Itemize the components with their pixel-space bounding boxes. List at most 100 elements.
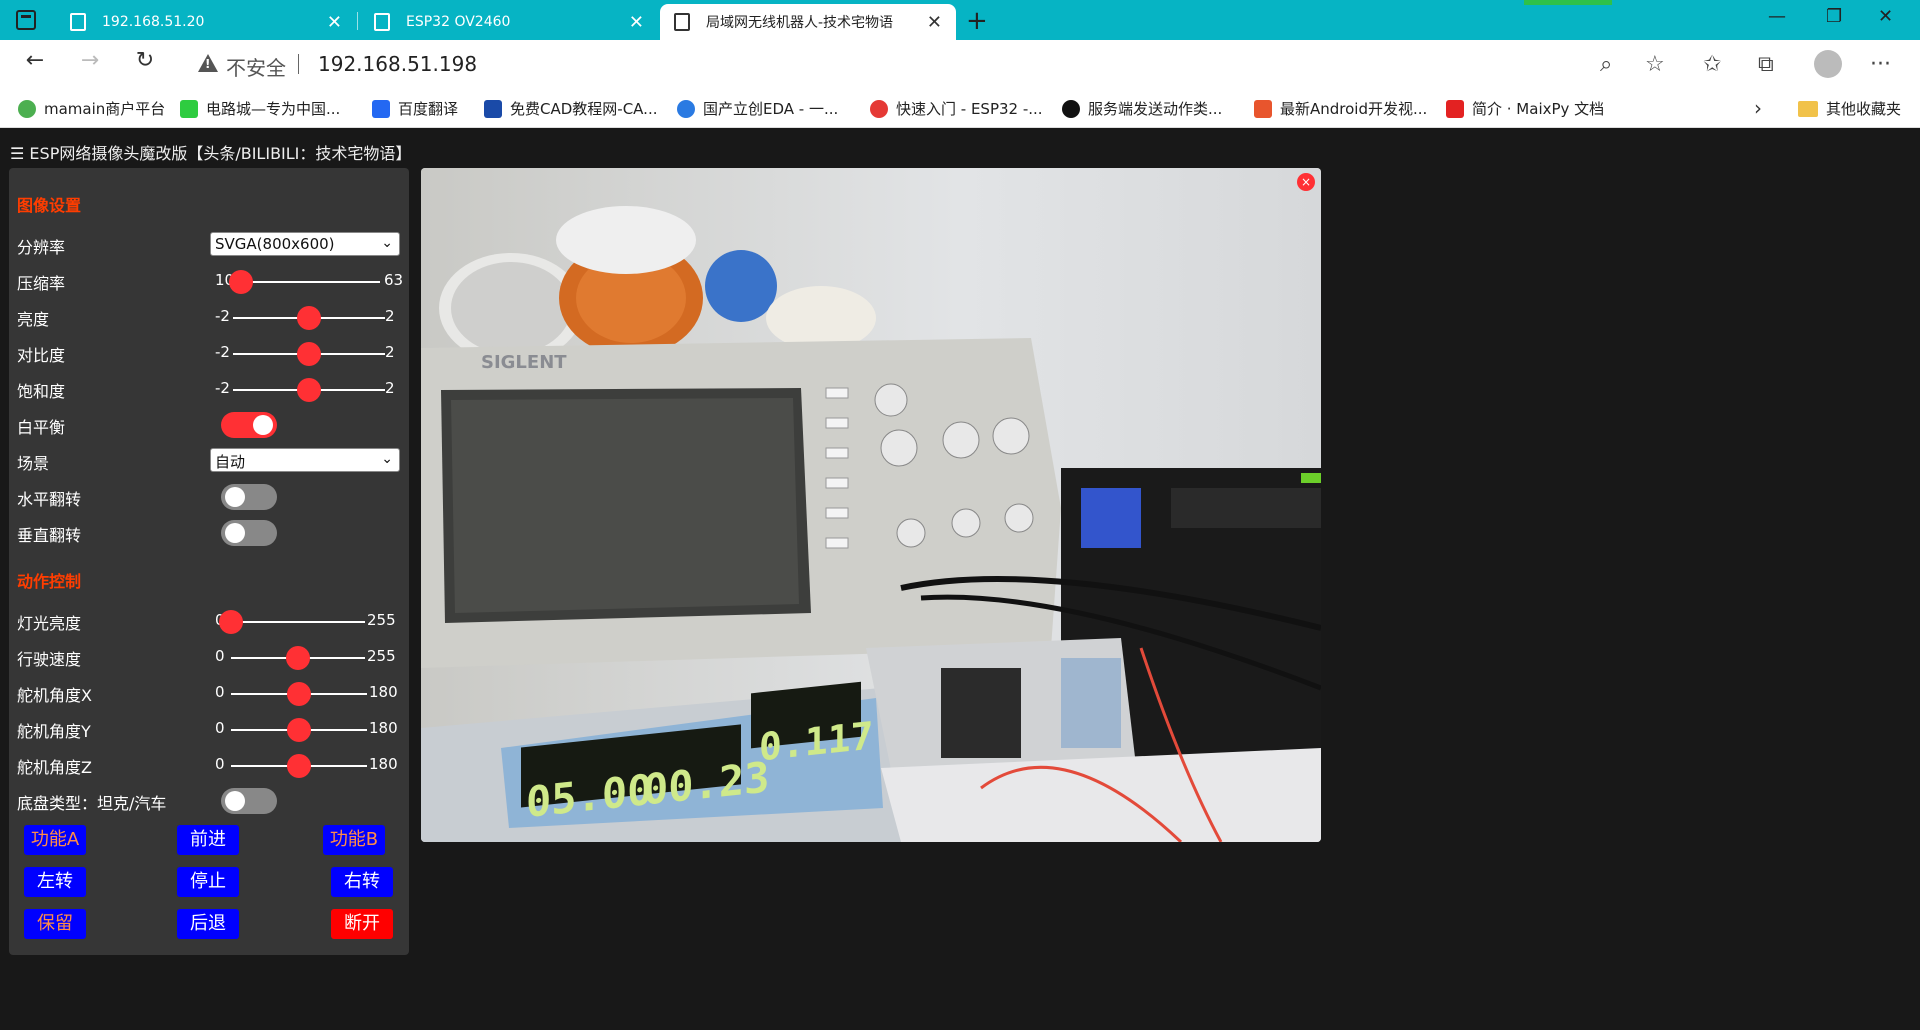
bookmark-icon [484,99,502,118]
light-slider-thumb[interactable] [219,610,243,634]
contrast-label: 对比度 [17,346,66,365]
bookmark-label: 简介 · MaixPy 文档 [1472,100,1605,118]
warning-icon[interactable] [198,54,218,72]
bookmark-label: 服务端发送动作类... [1088,100,1223,118]
resolution-select[interactable]: SVGA(800x600) ⌄ [210,232,400,256]
bookmark-label: 国产立创EDA - 一... [703,100,839,118]
chassis-toggle[interactable] [221,788,277,814]
disconnect-button[interactable]: 断开 [331,909,393,939]
servo-y-slider-thumb[interactable] [287,718,311,742]
more-menu-icon[interactable]: ··· [1870,52,1891,77]
page-icon [70,13,86,31]
saturation-max: 2 [385,379,395,397]
bookmark-icon [372,99,390,118]
scene-label: 场景 [17,454,50,473]
brightness-max: 2 [385,307,395,325]
saturation-slider-thumb[interactable] [297,378,321,402]
minimize-button[interactable]: — [1768,6,1786,27]
brightness-label: 亮度 [17,310,50,329]
tab-esp32-ov2460[interactable]: ESP32 OV2460 ✕ [360,4,658,40]
servo-z-max: 180 [369,755,398,773]
bookmark-label: 快速入门 - ESP32 -... [896,100,1043,118]
toggle-knob [253,415,273,435]
folder-icon [1798,100,1818,117]
hmirror-label: 水平翻转 [17,490,82,509]
forward-button[interactable]: → [75,48,105,73]
back-button[interactable]: ← [20,48,50,73]
quality-max: 63 [384,271,404,289]
servo-y-max: 180 [369,719,398,737]
close-tab-icon[interactable]: ✕ [327,12,342,33]
turn-right-button[interactable]: 右转 [331,867,393,897]
security-label[interactable]: 不安全 [226,52,286,81]
brightness-slider-thumb[interactable] [297,306,321,330]
bookmark-maixpy[interactable]: 简介 · MaixPy 文档 [1446,98,1604,119]
tab-robot-active[interactable]: 局域网无线机器人-技术宅物语 ✕ [660,4,956,40]
servo-y-label: 舵机角度Y [17,722,91,741]
tab-title: 局域网无线机器人-技术宅物语 [706,15,894,31]
tab-title: ESP32 OV2460 [406,14,511,30]
collections-icon[interactable]: ⧉ [1758,52,1774,77]
close-tab-icon[interactable]: ✕ [629,12,644,33]
profile-avatar[interactable] [1814,50,1842,78]
page-icon [674,13,690,31]
bookmark-esp32-quickstart[interactable]: 快速入门 - ESP32 -... [870,98,1043,119]
close-stream-icon[interactable]: × [1297,173,1315,191]
forward-button[interactable]: 前进 [177,825,239,855]
control-panel: 图像设置 分辨率 SVGA(800x600) ⌄ 压缩率 10 63 亮度 -2… [9,168,409,955]
close-tab-icon[interactable]: ✕ [927,12,942,33]
quality-track[interactable] [241,281,380,283]
chevron-down-icon: ⌄ [381,235,393,251]
add-favorite-icon[interactable]: ☆ [1645,52,1665,77]
contrast-slider-thumb[interactable] [297,342,321,366]
bookmark-dianlucheng[interactable]: 电路城—专为中国... [180,98,340,119]
bookmark-mamain[interactable]: mamain商户平台 [18,98,165,119]
zoom-icon[interactable]: ⌕ [1600,52,1612,77]
servo-y-min: 0 [215,719,225,737]
backward-button[interactable]: 后退 [177,909,239,939]
saturation-label: 饱和度 [17,382,66,401]
restore-button[interactable]: ❐ [1826,6,1842,27]
speed-slider-thumb[interactable] [286,646,311,670]
tab-divider [357,12,358,30]
servo-z-slider-thumb[interactable] [287,754,311,778]
bookmark-baidu-fanyi[interactable]: 百度翻译 [372,98,458,119]
scene-select[interactable]: 自动 ⌄ [210,448,400,472]
awb-toggle[interactable] [221,412,277,438]
function-b-button[interactable]: 功能B [323,825,385,855]
speed-min: 0 [215,647,225,665]
hmirror-toggle[interactable] [221,484,277,510]
new-tab-button[interactable]: + [966,6,988,36]
reload-button[interactable]: ↻ [130,48,160,73]
reserve-button[interactable]: 保留 [24,909,86,939]
chevron-down-icon: ⌄ [381,451,393,467]
resolution-label: 分辨率 [17,238,66,257]
favorites-icon[interactable]: ✩ [1703,52,1721,77]
page-title[interactable]: ☰ ESP网络摄像头魔改版【头条/BILIBILI：技术宅物语】 [10,140,411,164]
quality-slider-thumb[interactable] [229,270,253,294]
turn-left-button[interactable]: 左转 [24,867,86,897]
camera-stream: SIGLENT 05.00 00.23 0.117 [421,168,1321,842]
contrast-max: 2 [385,343,395,361]
vflip-toggle[interactable] [221,520,277,546]
browser-tab-bar: 192.168.51.20 ✕ ESP32 OV2460 ✕ 局域网无线机器人-… [0,0,1920,40]
more-bookmarks-icon[interactable]: › [1754,96,1762,120]
bookmark-android-video[interactable]: 最新Android开发视... [1254,98,1427,119]
url-box[interactable]: 不安全 192.168.51.198 [180,44,1670,84]
bookmark-server-actions[interactable]: 服务端发送动作类... [1062,98,1222,119]
tab-192-168-51-20[interactable]: 192.168.51.20 ✕ [56,4,356,40]
bookmark-icon [1254,99,1272,118]
camera-frame-image: SIGLENT 05.00 00.23 0.117 [421,168,1321,842]
quality-label: 压缩率 [17,274,66,293]
bookmark-lceda[interactable]: 国产立创EDA - 一... [677,98,838,119]
bookmark-cad[interactable]: 免费CAD教程网-CA... [484,98,657,119]
light-track[interactable] [231,621,365,623]
bookmark-icon [1446,99,1464,118]
tab-actions-icon[interactable] [16,10,36,30]
function-a-button[interactable]: 功能A [24,825,86,855]
window-close-button[interactable]: ✕ [1878,6,1893,27]
stop-button[interactable]: 停止 [177,867,239,897]
servo-x-slider-thumb[interactable] [287,682,311,706]
other-bookmarks-folder[interactable]: 其他收藏夹 [1798,98,1901,119]
url-text[interactable]: 192.168.51.198 [318,52,477,76]
